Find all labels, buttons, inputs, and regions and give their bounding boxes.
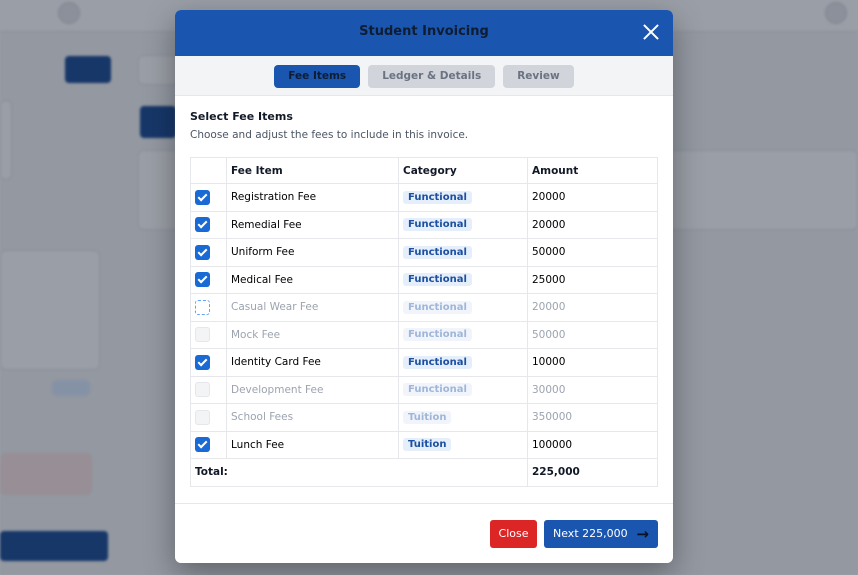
table-row: Casual Wear Fee Functional 20000 bbox=[190, 293, 658, 322]
row-select-cell bbox=[190, 238, 227, 267]
row-select-cell bbox=[190, 210, 227, 239]
category-badge: Functional bbox=[403, 355, 472, 369]
fee-item-name: Remedial Fee bbox=[226, 210, 399, 239]
row-select-cell bbox=[190, 375, 227, 404]
table-row: School Fees Tuition 350000 bbox=[190, 403, 658, 432]
row-checkbox[interactable] bbox=[195, 437, 210, 453]
fee-item-name: School Fees bbox=[226, 403, 399, 432]
header-category: Category bbox=[398, 157, 528, 184]
fee-item-name: Development Fee bbox=[226, 375, 399, 404]
fee-category-cell: Functional bbox=[398, 293, 528, 322]
fee-category-cell: Functional bbox=[398, 320, 528, 349]
total-label: Total: bbox=[190, 458, 528, 487]
row-checkbox[interactable] bbox=[195, 189, 210, 205]
step-ledger-details[interactable]: Ledger & Details bbox=[368, 65, 496, 88]
category-badge: Functional bbox=[403, 328, 472, 342]
table-row: Registration Fee Functional 20000 bbox=[190, 183, 658, 212]
fee-amount: 20000 bbox=[527, 183, 658, 212]
category-badge: Functional bbox=[403, 245, 472, 259]
header-amount: Amount bbox=[527, 157, 658, 184]
category-badge: Functional bbox=[403, 300, 472, 314]
row-select-cell bbox=[190, 430, 227, 459]
wizard-steps: Fee Items Ledger & Details Review bbox=[175, 56, 673, 96]
table-row: Medical Fee Functional 25000 bbox=[190, 265, 658, 294]
row-checkbox[interactable] bbox=[195, 354, 210, 370]
fee-amount: 50000 bbox=[527, 320, 658, 349]
fee-category-cell: Functional bbox=[398, 375, 528, 404]
row-checkbox[interactable] bbox=[195, 217, 210, 233]
row-select-cell bbox=[190, 320, 227, 349]
table-row: Uniform Fee Functional 50000 bbox=[190, 238, 658, 267]
category-badge: Tuition bbox=[403, 438, 452, 452]
fee-item-name: Casual Wear Fee bbox=[226, 293, 399, 322]
category-badge: Functional bbox=[403, 273, 472, 287]
row-select-cell bbox=[190, 265, 227, 294]
fee-category-cell: Functional bbox=[398, 183, 528, 212]
fee-category-cell: Tuition bbox=[398, 403, 528, 432]
category-badge: Tuition bbox=[403, 410, 452, 424]
next-button[interactable]: Next 225,000 → bbox=[544, 520, 658, 548]
category-badge: Functional bbox=[403, 383, 472, 397]
fee-amount: 20000 bbox=[527, 293, 658, 322]
modal-body: Select Fee Items Choose and adjust the f… bbox=[175, 96, 673, 487]
fee-category-cell: Functional bbox=[398, 210, 528, 239]
row-checkbox[interactable] bbox=[195, 272, 210, 288]
total-value: 225,000 bbox=[527, 458, 658, 487]
header-fee-item: Fee Item bbox=[226, 157, 399, 184]
fee-item-name: Uniform Fee bbox=[226, 238, 399, 267]
arrow-right-icon: → bbox=[636, 525, 649, 543]
fee-category-cell: Functional bbox=[398, 348, 528, 377]
fee-amount: 10000 bbox=[527, 348, 658, 377]
fee-amount: 100000 bbox=[527, 430, 658, 459]
row-checkbox[interactable] bbox=[195, 299, 210, 315]
student-invoicing-modal: Student Invoicing Fee Items Ledger & Det… bbox=[175, 10, 673, 563]
fee-item-name: Identity Card Fee bbox=[226, 348, 399, 377]
fee-items-table: Fee Item Category Amount Registration Fe… bbox=[190, 157, 658, 487]
table-row: Mock Fee Functional 50000 bbox=[190, 320, 658, 349]
step-review[interactable]: Review bbox=[503, 65, 574, 88]
fee-category-cell: Tuition bbox=[398, 430, 528, 459]
total-row: Total: 225,000 bbox=[190, 458, 658, 487]
next-button-label: Next 225,000 bbox=[553, 527, 628, 540]
row-select-cell bbox=[190, 403, 227, 432]
row-select-cell bbox=[190, 183, 227, 212]
modal-header: Student Invoicing bbox=[175, 10, 673, 56]
row-select-cell bbox=[190, 348, 227, 377]
category-badge: Functional bbox=[403, 218, 472, 232]
row-checkbox[interactable] bbox=[195, 382, 210, 398]
row-checkbox[interactable] bbox=[195, 327, 210, 343]
fee-amount: 20000 bbox=[527, 210, 658, 239]
table-row: Development Fee Functional 30000 bbox=[190, 375, 658, 404]
row-checkbox[interactable] bbox=[195, 244, 210, 260]
fee-item-name: Registration Fee bbox=[226, 183, 399, 212]
table-row: Identity Card Fee Functional 10000 bbox=[190, 348, 658, 377]
category-badge: Functional bbox=[403, 190, 472, 204]
fee-rows: Registration Fee Functional 20000 Remedial … bbox=[190, 183, 658, 459]
table-header-row: Fee Item Category Amount bbox=[190, 157, 658, 184]
fee-item-name: Medical Fee bbox=[226, 265, 399, 294]
close-button[interactable]: Close bbox=[490, 520, 537, 548]
modal-footer: Close Next 225,000 → bbox=[175, 503, 673, 563]
fee-amount: 30000 bbox=[527, 375, 658, 404]
fee-amount: 350000 bbox=[527, 403, 658, 432]
fee-amount: 50000 bbox=[527, 238, 658, 267]
fee-category-cell: Functional bbox=[398, 238, 528, 267]
section-subtitle: Choose and adjust the fees to include in… bbox=[190, 129, 469, 141]
fee-amount: 25000 bbox=[527, 265, 658, 294]
table-row: Remedial Fee Functional 20000 bbox=[190, 210, 658, 239]
table-row: Lunch Fee Tuition 100000 bbox=[190, 430, 658, 459]
close-icon[interactable] bbox=[643, 24, 659, 40]
fee-item-name: Mock Fee bbox=[226, 320, 399, 349]
fee-category-cell: Functional bbox=[398, 265, 528, 294]
step-fee-items[interactable]: Fee Items bbox=[274, 65, 361, 88]
header-select bbox=[190, 157, 227, 184]
row-checkbox[interactable] bbox=[195, 409, 210, 425]
fee-item-name: Lunch Fee bbox=[226, 430, 399, 459]
modal-title: Student Invoicing bbox=[359, 24, 489, 39]
section-title: Select Fee Items bbox=[190, 110, 293, 123]
row-select-cell bbox=[190, 293, 227, 322]
